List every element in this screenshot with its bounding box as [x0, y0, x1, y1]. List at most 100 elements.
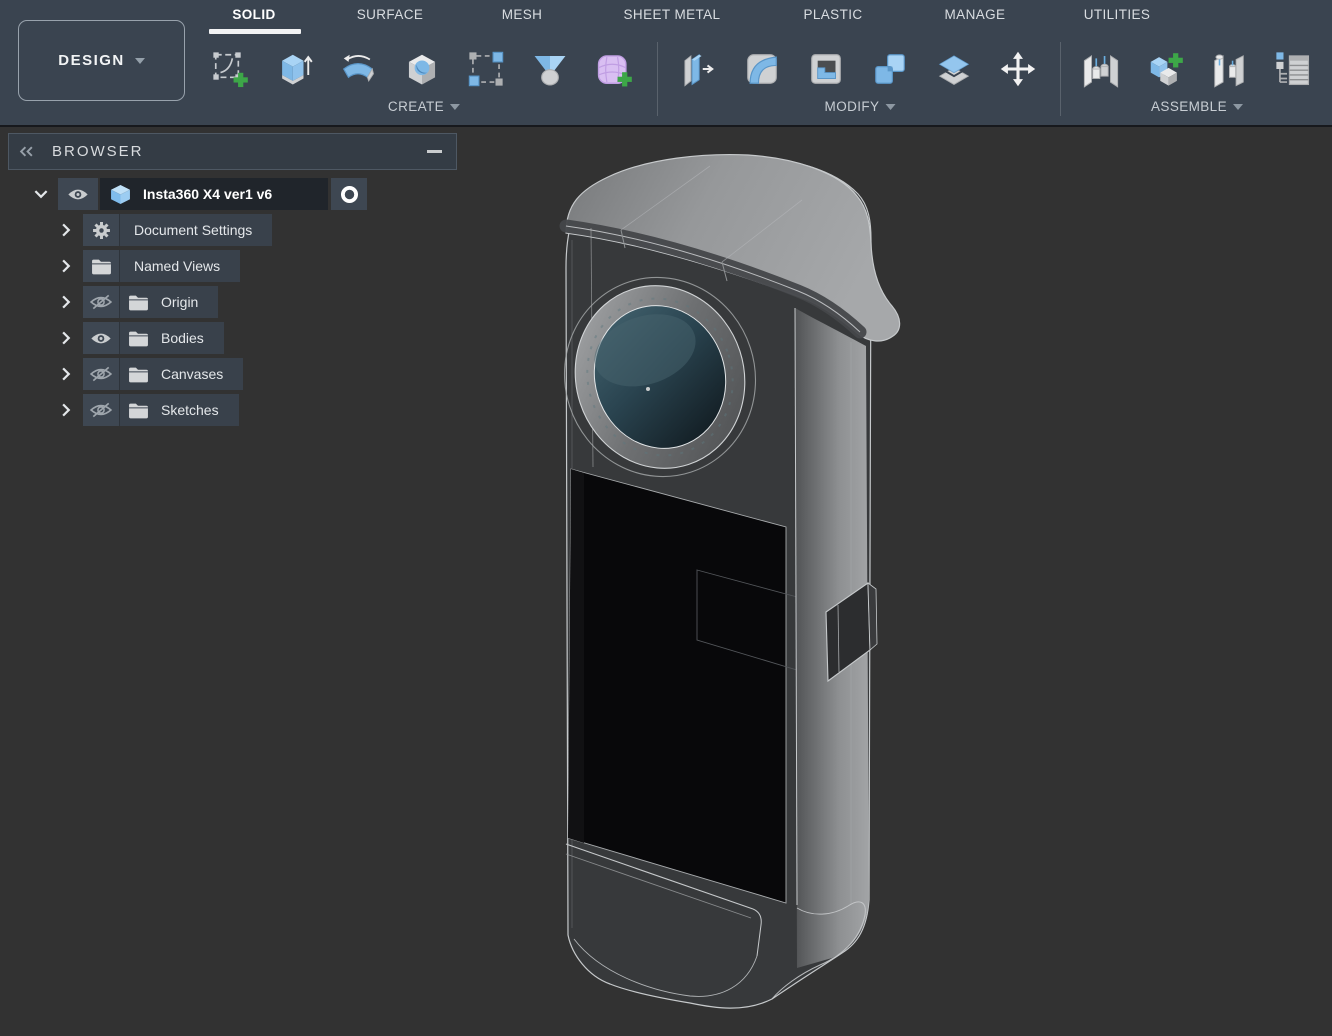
model-viewport[interactable]: BROWSER Insta360 X4 ver1 v6 [0, 127, 1332, 1036]
tab-solid[interactable]: SOLID [232, 7, 275, 22]
eye-icon [90, 331, 112, 346]
browser-row-sketches[interactable]: Sketches [62, 394, 239, 426]
visibility-toggle[interactable] [83, 394, 119, 426]
chevron-down-icon [135, 58, 145, 64]
browser-item[interactable]: Bodies [119, 322, 224, 354]
chevron-down-icon[interactable] [34, 190, 48, 199]
tool-loft[interactable] [518, 40, 582, 98]
browser-item-label: Sketches [161, 402, 219, 418]
lens-highlight-dot [646, 387, 650, 391]
eye-slash-icon [90, 402, 112, 418]
chevron-right-icon[interactable] [62, 403, 71, 417]
browser-item-label: Origin [161, 294, 198, 310]
joint-icon [1082, 50, 1120, 88]
tool-combine[interactable] [858, 40, 922, 98]
new-component-icon [1146, 50, 1184, 88]
modify-group-dropdown[interactable]: MODIFY [825, 99, 896, 114]
rectangular-pattern-icon [467, 50, 505, 88]
browser-panel-title: BROWSER [52, 143, 144, 160]
tool-extrude[interactable] [262, 40, 326, 98]
visibility-toggle[interactable] [83, 286, 119, 318]
folder-icon [128, 330, 149, 347]
tab-mesh[interactable]: MESH [502, 7, 543, 22]
component-cube-icon [110, 184, 131, 205]
modify-tool-group [666, 40, 1050, 98]
browser-item[interactable]: Sketches [119, 394, 239, 426]
tool-move-copy[interactable] [986, 40, 1050, 98]
tool-split-body[interactable] [922, 40, 986, 98]
tool-fillet[interactable] [730, 40, 794, 98]
tool-bill-of-materials[interactable] [1261, 40, 1325, 98]
camera-model [539, 155, 900, 1009]
collapse-panel-button[interactable] [19, 146, 34, 157]
tool-revolve[interactable] [326, 40, 390, 98]
browser-row-named-views[interactable]: Named Views [62, 250, 240, 282]
tool-hole[interactable] [390, 40, 454, 98]
chevron-right-icon[interactable] [62, 259, 71, 273]
document-settings-cell [83, 214, 119, 246]
workspace-label: DESIGN [58, 52, 125, 69]
eye-slash-icon [90, 366, 112, 382]
folder-icon [128, 294, 149, 311]
minimize-panel-button[interactable] [427, 150, 442, 153]
tab-surface[interactable]: SURFACE [357, 7, 424, 22]
visibility-toggle[interactable] [58, 178, 98, 210]
browser-item-label: Canvases [161, 366, 223, 382]
activate-component-radio[interactable] [331, 178, 367, 210]
loft-icon [531, 50, 569, 88]
browser-item[interactable]: Canvases [119, 358, 243, 390]
browser-row-canvases[interactable]: Canvases [62, 358, 243, 390]
tool-press-pull[interactable] [666, 40, 730, 98]
chevron-down-icon [450, 104, 460, 110]
chevron-right-icon[interactable] [62, 331, 71, 345]
tab-plastic[interactable]: PLASTIC [803, 7, 862, 22]
chevron-down-icon [885, 104, 895, 110]
browser-item[interactable]: Origin [119, 286, 218, 318]
visibility-toggle[interactable] [83, 358, 119, 390]
hole-icon [403, 50, 441, 88]
tab-manage[interactable]: MANAGE [945, 7, 1006, 22]
named-views-cell [83, 250, 119, 282]
browser-item-label[interactable]: Named Views [119, 250, 240, 282]
visibility-toggle[interactable] [83, 322, 119, 354]
fillet-icon [743, 50, 781, 88]
tool-shell[interactable] [794, 40, 858, 98]
gear-icon [92, 221, 111, 240]
chevron-right-icon[interactable] [62, 295, 71, 309]
tool-rectangular-pattern[interactable] [454, 40, 518, 98]
root-component-label: Insta360 X4 ver1 v6 [143, 186, 272, 202]
chevron-down-icon [1233, 104, 1243, 110]
chevron-right-icon[interactable] [62, 367, 71, 381]
browser-row-root[interactable]: Insta360 X4 ver1 v6 [34, 178, 367, 210]
create-sketch-icon [211, 50, 249, 88]
browser-item-label[interactable]: Document Settings [119, 214, 272, 246]
tool-create-form[interactable] [582, 40, 646, 98]
split-body-icon [935, 50, 973, 88]
shell-icon [807, 50, 845, 88]
tool-new-component[interactable] [1133, 40, 1197, 98]
folder-icon [91, 258, 112, 275]
active-tab-underline [209, 29, 301, 34]
tool-as-built-joint[interactable] [1197, 40, 1261, 98]
bill-of-materials-icon [1274, 50, 1312, 88]
tab-utilities[interactable]: UTILITIES [1084, 7, 1151, 22]
browser-row-bodies[interactable]: Bodies [62, 322, 224, 354]
tool-joint[interactable] [1069, 40, 1133, 98]
double-chevron-left-icon [19, 146, 34, 157]
browser-row-document-settings[interactable]: Document Settings [62, 214, 272, 246]
chevron-right-icon[interactable] [62, 223, 71, 237]
top-toolbar: DESIGN SOLID SURFACE MESH SHEET METAL PL… [0, 0, 1332, 127]
move-copy-icon [999, 50, 1037, 88]
eye-slash-icon [90, 294, 112, 310]
browser-row-origin[interactable]: Origin [62, 286, 218, 318]
tab-sheet-metal[interactable]: SHEET METAL [624, 7, 721, 22]
toolbar-divider [1060, 42, 1061, 116]
workspace-switcher-button[interactable]: DESIGN [18, 20, 185, 101]
press-pull-icon [679, 50, 717, 88]
create-group-dropdown[interactable]: CREATE [388, 99, 460, 114]
tool-create-sketch[interactable] [198, 40, 262, 98]
circle-dot-icon [339, 184, 360, 205]
assemble-group-dropdown[interactable]: ASSEMBLE [1151, 99, 1243, 114]
folder-icon [128, 402, 149, 419]
component-name-cell[interactable]: Insta360 X4 ver1 v6 [100, 178, 328, 210]
